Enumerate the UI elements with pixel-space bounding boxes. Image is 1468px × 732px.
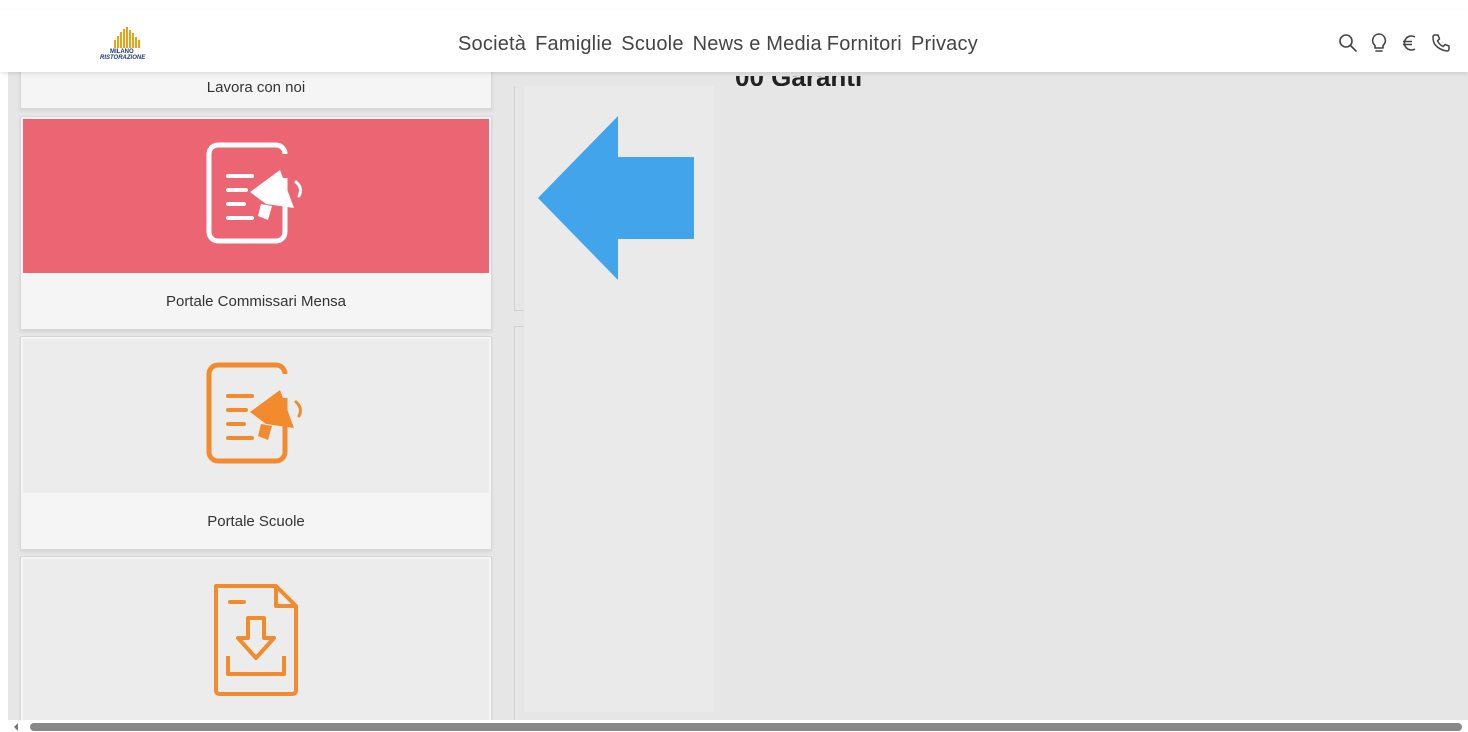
document-megaphone-icon (206, 362, 306, 471)
card-icon-area (23, 119, 489, 273)
card-download[interactable] (20, 556, 492, 726)
scroll-left-arrow-icon[interactable] (14, 723, 18, 731)
portal-links-column: Lavora con noi Portale Commissari Mensa (20, 68, 494, 726)
card-icon-area (23, 339, 489, 493)
card-icon-area (23, 559, 489, 725)
nav-item-privacy[interactable]: Privacy (911, 33, 978, 56)
nav-item-news-e-media[interactable]: News e Media (693, 33, 822, 56)
document-download-icon (210, 582, 302, 703)
svg-text:RISTORAZIONE: RISTORAZIONE (100, 55, 146, 60)
section-heading: 00 Garanti (735, 76, 885, 86)
card-portale-scuole[interactable]: Portale Scuole (20, 336, 492, 550)
nav-item-fornitori[interactable]: Fornitori (827, 33, 902, 56)
nav-item-famiglie[interactable]: Famiglie (535, 33, 612, 56)
phone-icon[interactable] (1430, 32, 1452, 54)
site-header: MILANO RISTORAZIONE Società Famiglie Scu… (0, 10, 1468, 72)
main-nav: Società Famiglie Scuole News e Media For… (458, 30, 987, 58)
nav-item-scuole[interactable]: Scuole (621, 33, 683, 56)
scrollbar-thumb[interactable] (30, 723, 1462, 731)
card-label: Lavora con noi (21, 73, 491, 101)
search-icon[interactable] (1337, 32, 1359, 54)
left-arrow-icon (538, 116, 696, 285)
lightbulb-icon[interactable] (1368, 32, 1390, 54)
nav-item-societa[interactable]: Società (458, 33, 526, 56)
horizontal-scrollbar[interactable] (0, 720, 1468, 732)
card-portale-commissari-mensa[interactable]: Portale Commissari Mensa (20, 116, 492, 330)
header-top-strip (0, 0, 1468, 10)
card-lavora-con-noi[interactable]: Lavora con noi (20, 68, 492, 109)
document-megaphone-icon (206, 142, 306, 251)
card-label: Portale Scuole (21, 493, 491, 549)
header-icon-group (1328, 30, 1452, 56)
euro-icon[interactable] (1399, 32, 1421, 54)
card-label: Portale Commissari Mensa (21, 273, 491, 329)
site-logo[interactable]: MILANO RISTORAZIONE (100, 26, 160, 60)
